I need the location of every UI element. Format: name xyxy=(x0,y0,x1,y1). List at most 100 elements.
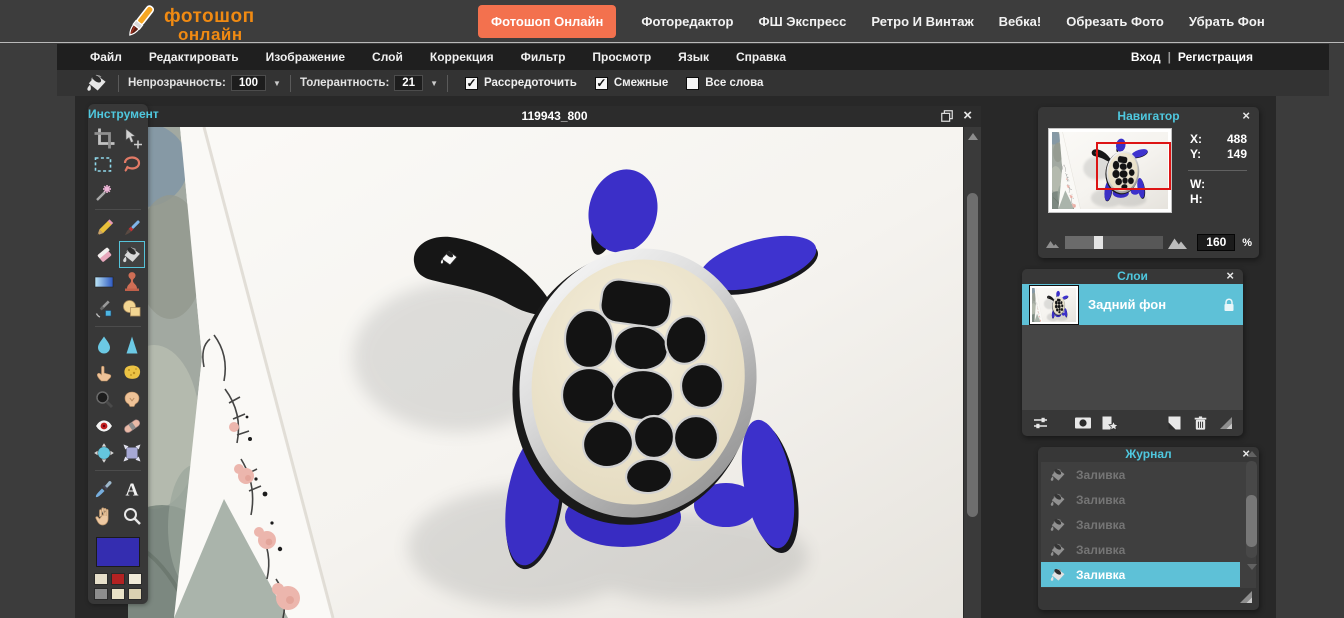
layer-mask-icon[interactable] xyxy=(1074,415,1092,431)
zoom-in-icon[interactable] xyxy=(1167,235,1188,250)
tool-hand-icon[interactable] xyxy=(91,502,117,529)
tolerance-value[interactable]: 21 xyxy=(394,75,423,91)
tool-smudge-icon[interactable] xyxy=(91,358,117,385)
tool-sponge-icon[interactable] xyxy=(119,358,145,385)
panel-resize-icon[interactable] xyxy=(1239,590,1253,604)
tool-magic-wand-icon[interactable] xyxy=(91,178,117,205)
color-swatch[interactable] xyxy=(128,573,142,585)
menu-item-0[interactable]: Файл xyxy=(90,50,122,64)
color-swatch[interactable] xyxy=(111,573,125,585)
layer-thumbnail[interactable] xyxy=(1030,286,1078,324)
opacity-caret-icon[interactable]: ▼ xyxy=(273,79,281,88)
tool-move-icon[interactable] xyxy=(119,124,145,151)
color-swatch[interactable] xyxy=(128,588,142,600)
lock-icon[interactable] xyxy=(1223,298,1235,312)
header-nav-item-2[interactable]: ФШ Экспресс xyxy=(758,14,846,29)
tool-clone-stamp-icon[interactable] xyxy=(119,268,145,295)
color-swatch[interactable] xyxy=(111,588,125,600)
zoom-slider[interactable] xyxy=(1065,236,1163,249)
history-entry-0[interactable]: Заливка xyxy=(1041,462,1256,487)
menu-item-6[interactable]: Просмотр xyxy=(592,50,651,64)
panel-resize-icon[interactable] xyxy=(1219,416,1233,430)
header-nav-item-3[interactable]: Ретро И Винтаж xyxy=(871,14,973,29)
header-nav-item-4[interactable]: Вебка! xyxy=(999,14,1042,29)
tool-eraser-icon[interactable] xyxy=(91,241,117,268)
zoom-out-icon[interactable] xyxy=(1045,236,1061,249)
menu-item-1[interactable]: Редактировать xyxy=(149,50,239,64)
tool-rect-select-icon[interactable] xyxy=(91,151,117,178)
checkbox-checked-icon[interactable]: ✓ xyxy=(465,77,478,90)
foreground-color-swatch[interactable] xyxy=(96,537,140,567)
tool-red-eye-icon[interactable] xyxy=(91,412,117,439)
header-nav-item-5[interactable]: Обрезать Фото xyxy=(1066,14,1164,29)
history-entry-2[interactable]: Заливка xyxy=(1041,512,1256,537)
navigator-view-rect[interactable] xyxy=(1096,142,1171,190)
checkbox-unchecked-icon[interactable] xyxy=(686,77,699,90)
header-nav-item-6[interactable]: Убрать Фон xyxy=(1189,14,1265,29)
tool-paint-bucket-icon[interactable] xyxy=(119,241,145,268)
tool-crop-icon[interactable] xyxy=(91,124,117,151)
options-checkbox-0[interactable]: ✓Рассредоточить xyxy=(465,77,577,90)
close-layers-icon[interactable]: × xyxy=(1226,268,1234,283)
tool-spot-heal-icon[interactable] xyxy=(119,412,145,439)
tool-zoom-icon[interactable] xyxy=(119,502,145,529)
opacity-value[interactable]: 100 xyxy=(231,75,266,91)
tool-blur-icon[interactable] xyxy=(91,331,117,358)
menu-item-5[interactable]: Фильтр xyxy=(521,50,566,64)
tool-pencil-icon[interactable] xyxy=(91,214,117,241)
tool-lasso-icon[interactable] xyxy=(119,151,145,178)
canvas-titlebar[interactable]: 119943_800 × xyxy=(128,106,981,127)
options-checkbox-1[interactable]: ✓Смежные xyxy=(595,77,668,90)
scrollbar-thumb[interactable] xyxy=(967,193,978,517)
tool-color-replace-icon[interactable] xyxy=(91,295,117,322)
login-link[interactable]: Вход xyxy=(1131,50,1161,64)
menu-item-8[interactable]: Справка xyxy=(736,50,786,64)
navigator-thumbnail[interactable] xyxy=(1048,128,1172,213)
tool-burn-icon[interactable] xyxy=(119,385,145,412)
options-divider xyxy=(290,75,291,92)
tool-brush-icon[interactable] xyxy=(119,214,145,241)
canvas-vertical-scrollbar[interactable] xyxy=(963,127,981,618)
new-layer-icon[interactable] xyxy=(1167,415,1182,431)
zoom-slider-thumb[interactable] xyxy=(1094,236,1103,249)
close-navigator-icon[interactable]: × xyxy=(1242,108,1250,123)
header-nav-item-1[interactable]: Фоторедактор xyxy=(641,14,733,29)
tool-gradient-icon[interactable] xyxy=(91,268,117,295)
tool-pucker-icon[interactable] xyxy=(119,439,145,466)
tool-bloat-icon[interactable] xyxy=(91,439,117,466)
history-scrollbar[interactable] xyxy=(1245,449,1258,570)
paint-bucket-icon xyxy=(1049,466,1067,484)
canvas-photo[interactable] xyxy=(128,127,963,618)
menu-item-2[interactable]: Изображение xyxy=(266,50,345,64)
color-swatch[interactable] xyxy=(94,588,108,600)
checkbox-checked-icon[interactable]: ✓ xyxy=(595,77,608,90)
menu-item-7[interactable]: Язык xyxy=(678,50,709,64)
layer-styles-icon[interactable] xyxy=(1101,415,1119,431)
scrollbar-thumb[interactable] xyxy=(1246,495,1257,547)
delete-layer-icon[interactable] xyxy=(1193,415,1208,431)
tool-type-icon[interactable]: A xyxy=(119,475,145,502)
layer-settings-icon[interactable] xyxy=(1032,415,1049,431)
restore-window-icon[interactable] xyxy=(940,109,954,123)
history-entry-3[interactable]: Заливка xyxy=(1041,537,1256,562)
tool-eyedropper-icon[interactable] xyxy=(91,475,117,502)
header-nav-item-0[interactable]: Фотошоп Онлайн xyxy=(478,5,616,38)
options-checkbox-2[interactable]: Все слова xyxy=(686,77,763,90)
color-swatch[interactable] xyxy=(94,573,108,585)
zoom-value-input[interactable]: 160 xyxy=(1197,234,1235,251)
history-entry-1[interactable]: Заливка xyxy=(1041,487,1256,512)
tool-shape-icon[interactable] xyxy=(119,295,145,322)
menu-item-3[interactable]: Слой xyxy=(372,50,403,64)
tool-dodge-icon[interactable] xyxy=(91,385,117,412)
register-link[interactable]: Регистрация xyxy=(1178,50,1253,64)
history-entry-4[interactable]: Заливка xyxy=(1041,562,1240,587)
tolerance-caret-icon[interactable]: ▼ xyxy=(430,79,438,88)
menu-item-4[interactable]: Коррекция xyxy=(430,50,494,64)
scroll-up-icon[interactable] xyxy=(1247,451,1257,457)
close-document-icon[interactable]: × xyxy=(963,109,972,123)
site-logo[interactable]: фотошоп онлайн xyxy=(120,2,255,47)
tool-sharpen-icon[interactable] xyxy=(119,331,145,358)
scroll-down-icon[interactable] xyxy=(1247,564,1257,570)
scroll-up-icon[interactable] xyxy=(968,133,978,140)
layer-row[interactable]: Задний фон xyxy=(1022,284,1243,325)
